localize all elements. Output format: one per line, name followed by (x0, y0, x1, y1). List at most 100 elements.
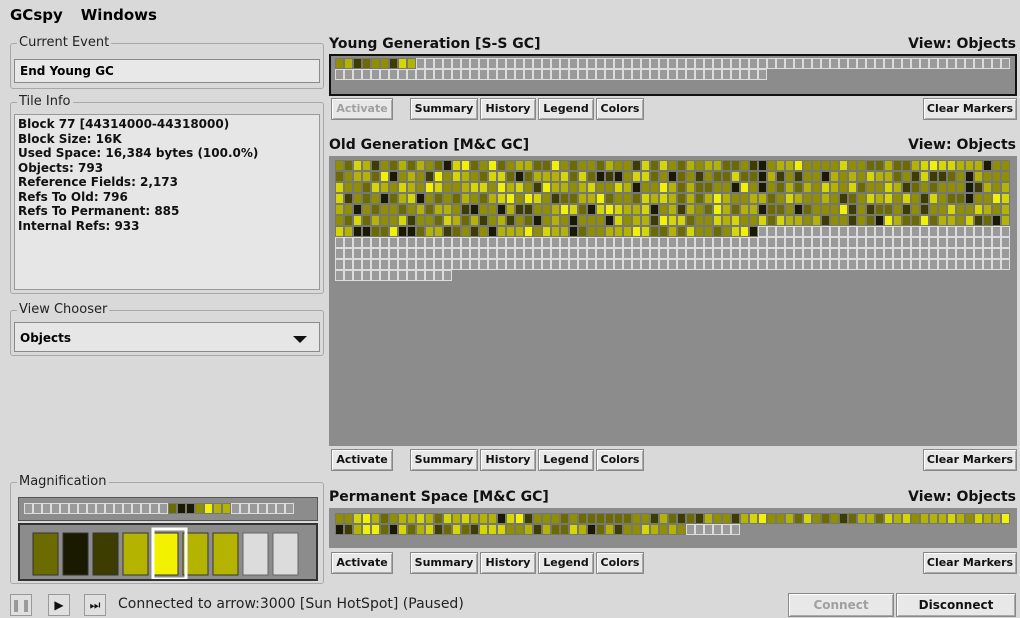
heap-block-cell[interactable] (542, 248, 551, 259)
heap-block-cell[interactable] (902, 259, 911, 270)
heap-block-cell[interactable] (812, 204, 821, 215)
heap-block-cell[interactable] (839, 215, 848, 226)
heap-block-cell[interactable] (623, 69, 632, 80)
heap-block-cell[interactable] (353, 237, 362, 248)
heap-block-cell[interactable] (929, 248, 938, 259)
heap-block-cell[interactable] (659, 237, 668, 248)
heap-block-cell[interactable] (596, 204, 605, 215)
heap-block-cell[interactable] (785, 160, 794, 171)
heap-block-cell[interactable] (830, 160, 839, 171)
heap-block-cell[interactable] (650, 237, 659, 248)
heap-block-cell[interactable] (902, 237, 911, 248)
heap-block-cell[interactable] (758, 215, 767, 226)
heap-block-cell[interactable] (767, 226, 776, 237)
heap-block-cell[interactable] (803, 58, 812, 69)
heap-block-cell[interactable] (398, 270, 407, 281)
heap-block-cell[interactable] (425, 160, 434, 171)
heap-block-cell[interactable] (920, 182, 929, 193)
heap-block-cell[interactable] (524, 259, 533, 270)
heap-block-cell[interactable] (686, 215, 695, 226)
heap-block-cell[interactable] (857, 204, 866, 215)
heap-block-cell[interactable] (821, 513, 830, 524)
heap-block-cell[interactable] (866, 248, 875, 259)
heap-block-cell[interactable] (713, 524, 722, 535)
heap-block-cell[interactable] (920, 513, 929, 524)
heap-block-cell[interactable] (425, 69, 434, 80)
heap-block-cell[interactable] (758, 513, 767, 524)
heap-block-cell[interactable] (641, 171, 650, 182)
heap-block-cell[interactable] (497, 204, 506, 215)
heap-block-cell[interactable] (389, 248, 398, 259)
heap-block-cell[interactable] (578, 248, 587, 259)
heap-block-cell[interactable] (605, 193, 614, 204)
old-summary-button[interactable]: Summary (410, 449, 478, 471)
heap-block-cell[interactable] (749, 69, 758, 80)
heap-block-cell[interactable] (983, 193, 992, 204)
heap-block-cell[interactable] (632, 204, 641, 215)
heap-block-cell[interactable] (524, 160, 533, 171)
heap-block-cell[interactable] (623, 171, 632, 182)
heap-block-cell[interactable] (641, 524, 650, 535)
heap-block-cell[interactable] (353, 524, 362, 535)
heap-block-cell[interactable] (803, 182, 812, 193)
heap-block-cell[interactable] (380, 160, 389, 171)
heap-block-cell[interactable] (686, 204, 695, 215)
heap-block-cell[interactable] (722, 215, 731, 226)
heap-block-cell[interactable] (605, 259, 614, 270)
heap-block-cell[interactable] (479, 259, 488, 270)
perm-space-grid[interactable] (329, 508, 1017, 548)
heap-block-cell[interactable] (911, 237, 920, 248)
heap-block-cell[interactable] (461, 215, 470, 226)
heap-block-cell[interactable] (848, 204, 857, 215)
heap-block-cell[interactable] (659, 226, 668, 237)
heap-block-cell[interactable] (551, 513, 560, 524)
heap-block-cell[interactable] (506, 513, 515, 524)
heap-block-cell[interactable] (650, 171, 659, 182)
heap-block-cell[interactable] (956, 226, 965, 237)
heap-block-cell[interactable] (587, 248, 596, 259)
heap-block-cell[interactable] (677, 524, 686, 535)
heap-block-cell[interactable] (938, 259, 947, 270)
heap-block-cell[interactable] (677, 513, 686, 524)
heap-block-cell[interactable] (650, 182, 659, 193)
heap-block-cell[interactable] (677, 237, 686, 248)
heap-block-cell[interactable] (659, 58, 668, 69)
heap-block-cell[interactable] (695, 226, 704, 237)
heap-block-cell[interactable] (659, 69, 668, 80)
heap-block-cell[interactable] (1001, 215, 1010, 226)
heap-block-cell[interactable] (461, 193, 470, 204)
heap-block-cell[interactable] (992, 215, 1001, 226)
heap-block-cell[interactable] (884, 58, 893, 69)
heap-block-cell[interactable] (713, 58, 722, 69)
heap-block-cell[interactable] (470, 193, 479, 204)
heap-block-cell[interactable] (965, 193, 974, 204)
heap-block-cell[interactable] (686, 513, 695, 524)
heap-block-cell[interactable] (605, 58, 614, 69)
heap-block-cell[interactable] (902, 215, 911, 226)
heap-block-cell[interactable] (875, 215, 884, 226)
heap-block-cell[interactable] (380, 69, 389, 80)
heap-block-cell[interactable] (857, 259, 866, 270)
heap-block-cell[interactable] (416, 524, 425, 535)
heap-block-cell[interactable] (371, 160, 380, 171)
heap-block-cell[interactable] (614, 193, 623, 204)
heap-block-cell[interactable] (524, 226, 533, 237)
heap-block-cell[interactable] (983, 215, 992, 226)
heap-block-cell[interactable] (659, 182, 668, 193)
heap-block-cell[interactable] (650, 248, 659, 259)
heap-block-cell[interactable] (362, 237, 371, 248)
heap-block-cell[interactable] (776, 204, 785, 215)
heap-block-cell[interactable] (893, 513, 902, 524)
menu-windows[interactable]: Windows (81, 6, 157, 24)
young-activate-button[interactable]: Activate (331, 98, 393, 120)
heap-block-cell[interactable] (731, 259, 740, 270)
heap-block-cell[interactable] (605, 160, 614, 171)
heap-block-cell[interactable] (515, 215, 524, 226)
heap-block-cell[interactable] (533, 248, 542, 259)
heap-block-cell[interactable] (542, 259, 551, 270)
heap-block-cell[interactable] (425, 215, 434, 226)
heap-block-cell[interactable] (821, 182, 830, 193)
heap-block-cell[interactable] (398, 237, 407, 248)
heap-block-cell[interactable] (632, 237, 641, 248)
heap-block-cell[interactable] (803, 171, 812, 182)
